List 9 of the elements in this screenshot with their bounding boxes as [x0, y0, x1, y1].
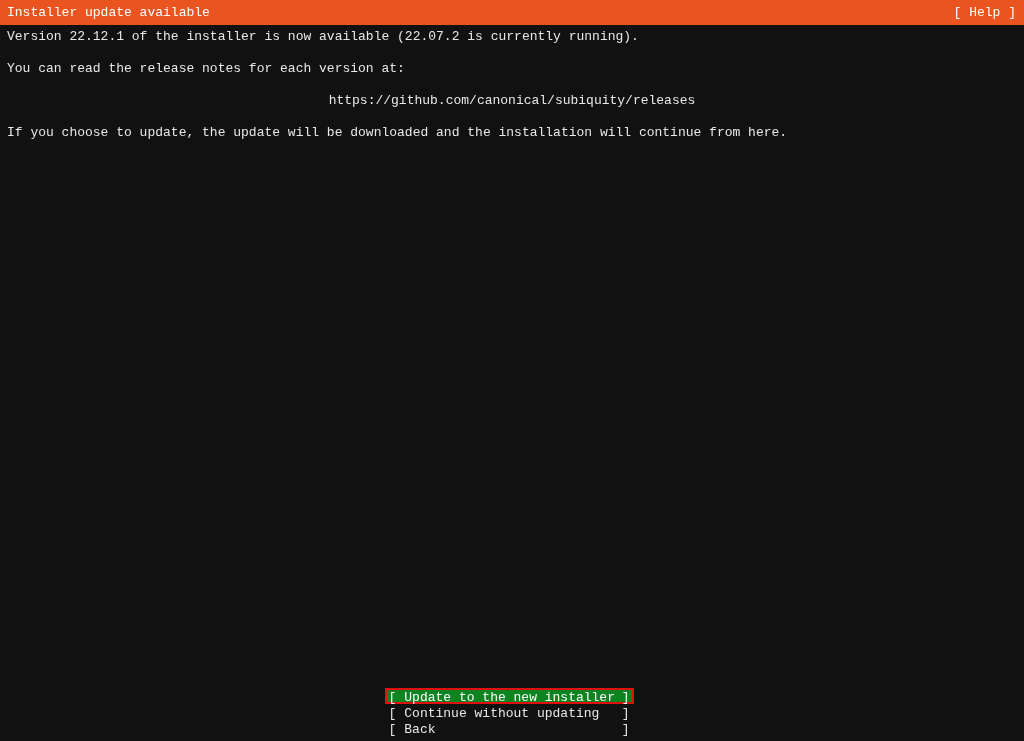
help-button[interactable]: [ Help ]	[953, 5, 1016, 20]
paragraph-text: You can read the release notes for each version at:	[7, 61, 406, 77]
menu-button[interactable]: [ Continue without updating ]	[384, 704, 634, 720]
paragraph-text: If you choose to update, the update will be downloaded and the installation will continue from here.	[7, 125, 789, 141]
menu-button[interactable]: [ Back ]	[384, 720, 634, 736]
release-notes-url: https://github.com/canonical/subiquity/releases	[327, 93, 697, 109]
paragraph-text: Version 22.12.1 of the installer is now available (22.07.2 is currently running).	[7, 29, 640, 45]
window-title: Installer update available	[7, 5, 210, 20]
menu-button[interactable]: [ Update to the new installer ]	[384, 688, 634, 704]
